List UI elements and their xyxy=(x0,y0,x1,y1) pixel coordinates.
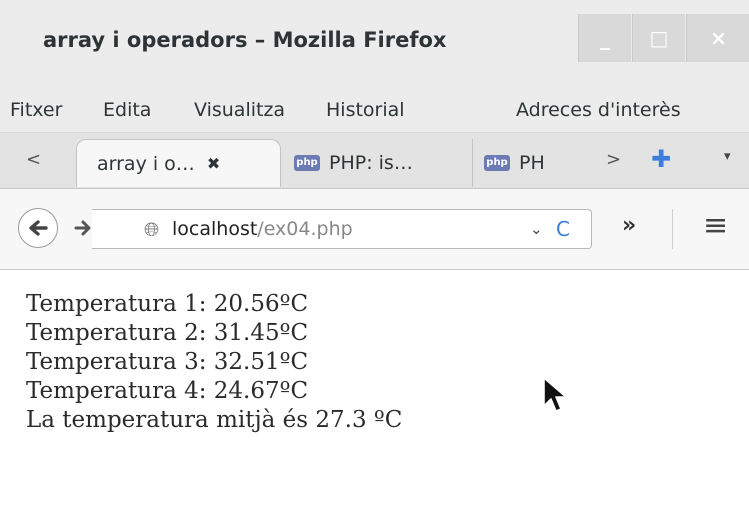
menu-item-edita[interactable]: Edita xyxy=(103,99,151,121)
globe-icon: 🌐︎ xyxy=(144,219,160,241)
menu-item-historial[interactable]: Historial xyxy=(326,99,405,121)
navigation-toolbar: 🌐︎ localhost/ex04.php ⌄ C » ≡ xyxy=(0,189,749,270)
tab-php[interactable]: php PH xyxy=(478,139,598,187)
window-titlebar: array i operadors – Mozilla Firefox _ □ … xyxy=(0,0,749,88)
close-tab-icon[interactable]: ✖ xyxy=(207,154,220,173)
menu-item-fitxer[interactable]: Fitxer xyxy=(10,99,62,121)
url-bar[interactable]: 🌐︎ localhost/ex04.php ⌄ C xyxy=(92,209,592,249)
new-tab-icon[interactable]: ✚ xyxy=(651,145,671,173)
maximize-button[interactable]: □ xyxy=(632,14,685,62)
php-favicon-icon: php xyxy=(294,155,320,171)
tab-label: PH xyxy=(519,152,545,174)
history-dropdown-icon[interactable]: ⌄ xyxy=(530,220,543,238)
tab-php-is[interactable]: php PHP: is… xyxy=(288,139,473,187)
temperature-line-4: Temperatura 4: 24.67ºC xyxy=(26,378,309,404)
list-all-tabs-icon[interactable]: ▾ xyxy=(724,149,731,164)
url-host: localhost xyxy=(172,218,258,240)
minimize-icon: _ xyxy=(600,26,610,50)
menu-item-visualitza[interactable]: Visualitza xyxy=(194,99,285,121)
tab-label: PHP: is… xyxy=(329,152,413,174)
url-text[interactable]: localhost/ex04.php xyxy=(172,218,353,240)
temperature-output: Temperatura 1: 20.56ºC Temperatura 2: 31… xyxy=(26,290,402,435)
menu-item-adreces[interactable]: Adreces d'interès xyxy=(516,99,681,121)
reload-icon[interactable]: C xyxy=(556,217,570,241)
arrow-right-icon xyxy=(74,220,91,236)
tab-array-i-operadors[interactable]: array i o… ✖ xyxy=(76,139,281,187)
php-favicon-icon: php xyxy=(484,155,510,171)
page-content: Temperatura 1: 20.56ºC Temperatura 2: 31… xyxy=(0,270,749,511)
temperature-line-1: Temperatura 1: 20.56ºC xyxy=(26,291,309,317)
maximize-icon: □ xyxy=(649,26,669,50)
back-button[interactable] xyxy=(18,208,58,248)
tab-bar: < array i o… ✖ php PHP: is… php PH > ✚ ▾ xyxy=(0,133,749,189)
temperature-line-3: Temperatura 3: 32.51ºC xyxy=(26,349,309,375)
tabs-scroll-right-icon[interactable]: > xyxy=(606,149,621,170)
mouse-pointer-icon xyxy=(543,377,567,412)
menu-hamburger-icon[interactable]: ≡ xyxy=(703,208,728,243)
close-icon: × xyxy=(710,26,727,50)
minimize-button[interactable]: _ xyxy=(578,14,631,62)
toolbar-separator xyxy=(672,209,673,249)
forward-button[interactable] xyxy=(68,215,98,241)
menu-bar: Fitxer Edita Visualitza Historial Adrece… xyxy=(0,88,749,133)
average-temperature-line: La temperatura mitjà és 27.3 ºC xyxy=(26,407,403,433)
arrow-left-icon xyxy=(29,220,48,236)
url-path: /ex04.php xyxy=(257,218,353,240)
temperature-line-2: Temperatura 2: 31.45ºC xyxy=(26,320,309,346)
close-window-button[interactable]: × xyxy=(686,14,749,62)
tab-label: array i o… xyxy=(97,152,195,175)
toolbar-overflow-icon[interactable]: » xyxy=(622,213,636,238)
window-title: array i operadors – Mozilla Firefox xyxy=(43,28,447,52)
tabs-scroll-left-icon[interactable]: < xyxy=(26,149,41,170)
